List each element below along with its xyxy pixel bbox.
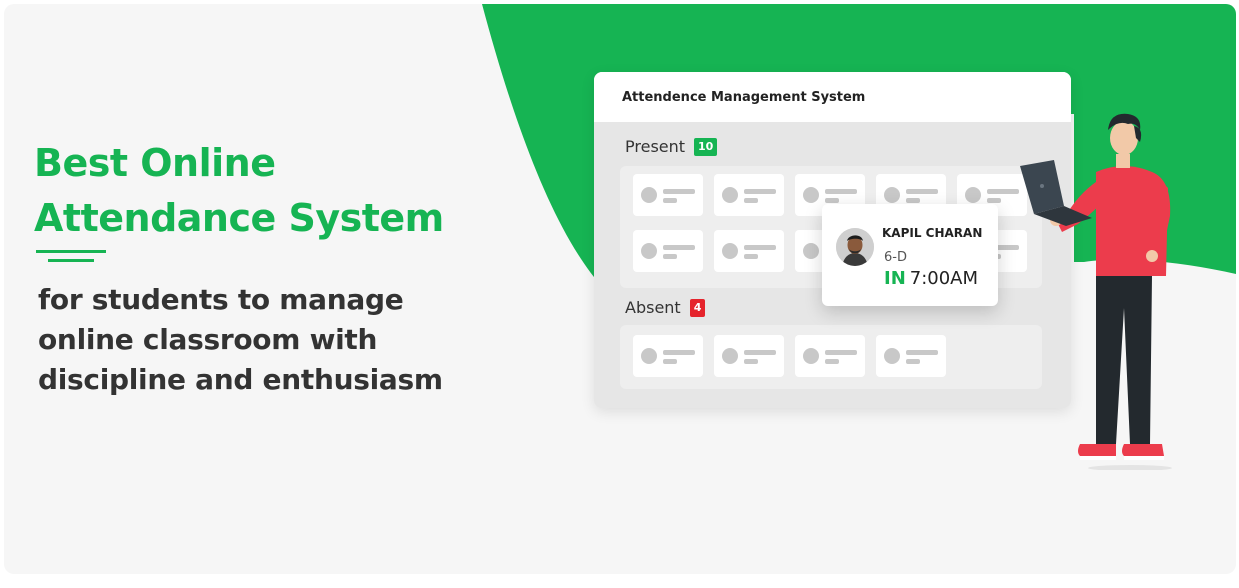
student-card[interactable]	[633, 174, 703, 216]
avatar	[836, 228, 874, 266]
subheading-line-2: online classroom with	[38, 323, 378, 356]
absent-section-label: Absent 4	[625, 298, 706, 317]
absent-count-badge: 4	[689, 298, 706, 317]
student-name: KAPIL CHARAN	[882, 226, 983, 240]
student-card[interactable]	[714, 335, 784, 377]
checkin-status: IN	[884, 268, 906, 289]
student-card[interactable]	[876, 335, 946, 377]
student-detail-popup: KAPIL CHARAN 6-D IN 7:00AM	[822, 204, 998, 306]
present-label: Present	[625, 137, 686, 156]
absent-panel	[620, 325, 1042, 389]
checkin-time-value: 7:00AM	[909, 268, 979, 289]
checkin-time: IN 7:00AM	[884, 268, 978, 289]
absent-label: Absent	[625, 298, 681, 317]
present-section-label: Present 10	[625, 137, 718, 156]
student-card[interactable]	[633, 230, 703, 272]
window-title: Attendence Management System	[594, 72, 1071, 122]
student-class: 6-D	[884, 250, 907, 265]
student-card[interactable]	[714, 174, 784, 216]
person-with-laptop-illustration	[1020, 113, 1172, 470]
subheading-line-1: for students to manage	[38, 283, 404, 316]
subheading-line-3: discipline and enthusiasm	[38, 363, 443, 396]
present-count-badge: 10	[694, 137, 718, 156]
student-card[interactable]	[795, 335, 865, 377]
headline-underline-short	[48, 259, 94, 262]
headline: Best Online Attendance System	[34, 136, 444, 246]
headline-line-2: Attendance System	[34, 196, 444, 240]
student-card[interactable]	[714, 230, 784, 272]
headline-underline	[36, 250, 106, 253]
headline-line-1: Best Online	[34, 141, 276, 185]
student-card[interactable]	[633, 335, 703, 377]
subheading: for students to manage online classroom …	[38, 280, 443, 400]
